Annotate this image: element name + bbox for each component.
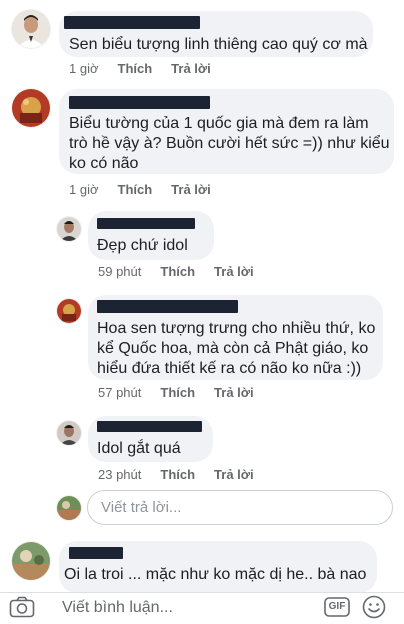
reply-button[interactable]: Trả lời [214, 264, 254, 279]
avatar[interactable] [12, 10, 50, 48]
comment-text-line: trò hề vậy à? Buồn cười hết sức =)) như … [69, 135, 390, 152]
like-button[interactable]: Thích [160, 467, 195, 482]
avatar[interactable] [57, 217, 81, 241]
avatar[interactable] [57, 421, 81, 445]
reply-button[interactable]: Trả lời [171, 182, 211, 197]
comment-text: Oi la troi ... mặc như ko mặc dị he.. bà… [64, 566, 367, 583]
like-button[interactable]: Thích [118, 61, 153, 76]
like-button[interactable]: Thích [160, 264, 195, 279]
gif-label: GIF [328, 601, 346, 612]
avatar[interactable] [12, 542, 50, 580]
comment-text: Đẹp chứ idol [97, 237, 188, 254]
redacted-author-name [97, 300, 238, 313]
comment-actions: 1 giờ Thích Trả lời [69, 61, 230, 76]
comment-time: 1 giờ [69, 182, 99, 197]
reply-button[interactable]: Trả lời [214, 467, 254, 482]
avatar[interactable] [12, 89, 50, 127]
redacted-author-name [69, 96, 210, 109]
comment-input[interactable]: Viết bình luận... [62, 599, 173, 617]
comment-time: 57 phút [98, 385, 142, 400]
comment-text-line: Biểu tường của 1 quốc gia mà đem ra làm [69, 115, 369, 132]
avatar-photo [57, 496, 81, 520]
redacted-author-name [69, 547, 123, 559]
reply-button[interactable]: Trả lời [171, 61, 211, 76]
comment-time: 23 phút [98, 467, 142, 482]
redacted-author-name [97, 218, 195, 229]
smiley-icon[interactable] [362, 595, 386, 619]
comment-text: Idol gắt quá [97, 440, 181, 457]
comment-text-line: hiểu đứa thiết kế ra có não ko nữa :)) [97, 360, 362, 377]
avatar[interactable] [57, 299, 81, 323]
redacted-author-name [97, 421, 202, 432]
comment-text-line: ko có não [69, 155, 139, 172]
comment-actions: 59 phút Thích Trả lời [98, 264, 273, 279]
avatar-photo [57, 217, 81, 241]
comment-actions: 23 phút Thích Trả lời [98, 467, 273, 482]
comment-time: 1 giờ [69, 61, 99, 76]
avatar [57, 496, 81, 520]
avatar-photo [12, 89, 50, 127]
avatar-photo [12, 10, 50, 48]
comment-actions: 57 phút Thích Trả lời [98, 385, 273, 400]
comment-composer-bar: Viết bình luận... GIF [0, 592, 404, 622]
comment-actions: 1 giờ Thích Trả lời [69, 182, 230, 197]
comment-text-line: kể Quốc hoa, mà còn cả Phật giáo, ko [97, 340, 369, 357]
avatar-photo [57, 421, 81, 445]
gif-icon[interactable]: GIF [324, 596, 350, 618]
redacted-author-name [64, 16, 200, 29]
avatar-photo [12, 542, 50, 580]
reply-button[interactable]: Trả lời [214, 385, 254, 400]
avatar-photo [57, 299, 81, 323]
comment-text: Sen biểu tượng linh thiêng cao quý cơ mà [69, 36, 368, 53]
like-button[interactable]: Thích [118, 182, 153, 197]
comment-text-line: Hoa sen tượng trưng cho nhiều thứ, ko [97, 320, 376, 337]
like-button[interactable]: Thích [160, 385, 195, 400]
reply-input-placeholder: Viết trả lời... [101, 499, 182, 516]
camera-icon[interactable] [9, 596, 35, 618]
comment-time: 59 phút [98, 264, 142, 279]
